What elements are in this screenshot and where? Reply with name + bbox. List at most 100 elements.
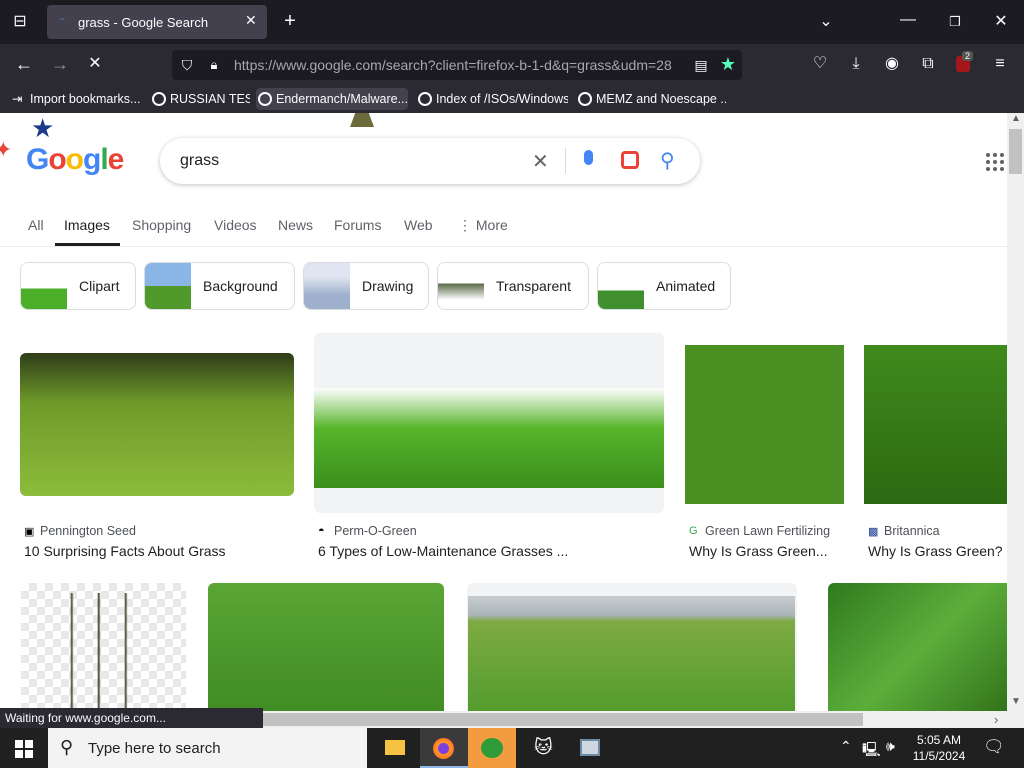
bookmark-endermanch[interactable]: Endermanch/Malware... <box>256 88 408 110</box>
tab-news[interactable]: News <box>278 217 313 233</box>
windows-start-icon[interactable] <box>15 740 33 758</box>
clear-search-icon[interactable]: ✕ <box>532 149 549 174</box>
bookmark-import[interactable]: ⇥ Import bookmarks... <box>10 88 145 110</box>
result-image[interactable] <box>314 388 664 488</box>
result-source[interactable]: Green Lawn Fertilizing <box>705 524 830 538</box>
bookmark-russian-test[interactable]: RUSSIAN TEST <box>150 88 250 110</box>
result-image <box>468 596 795 711</box>
tab-images[interactable]: Images <box>64 217 110 233</box>
chip-thumbnail <box>145 263 191 309</box>
minimize-button[interactable]: — <box>898 10 918 30</box>
image-result[interactable] <box>828 583 1007 711</box>
chip-clipart[interactable]: Clipart <box>20 262 136 310</box>
stop-loading-button[interactable]: ✕ <box>85 54 105 74</box>
chip-thumbnail <box>304 263 350 309</box>
lock-icon[interactable]: 🔒︎ <box>206 55 222 75</box>
voice-search-icon[interactable] <box>584 150 593 165</box>
chip-transparent[interactable]: Transparent <box>437 262 589 310</box>
tab-list-icon[interactable]: ⌄ <box>816 12 836 32</box>
star-decoration-icon: ★ <box>31 113 55 143</box>
search-box[interactable]: grass ✕ ⚲ <box>160 138 700 184</box>
result-source[interactable]: Perm-O-Green <box>334 524 417 538</box>
taskbar-app[interactable]: 🐱︎ <box>518 728 566 768</box>
bookmark-isos[interactable]: Index of /ISOs/Windows <box>416 88 568 110</box>
taskbar-search-placeholder[interactable]: Type here to search <box>88 740 221 757</box>
account-icon[interactable]: ◉ <box>882 54 902 74</box>
new-tab-button[interactable]: + <box>280 11 300 31</box>
result-title[interactable]: 6 Types of Low-Maintenance Grasses ... <box>318 543 658 559</box>
image-result[interactable] <box>467 583 797 711</box>
google-logo[interactable]: Google <box>26 143 124 177</box>
result-title[interactable]: 10 Surprising Facts About Grass <box>24 543 294 559</box>
tab-shopping[interactable]: Shopping <box>132 217 191 233</box>
result-source[interactable]: Britannica <box>884 524 940 538</box>
reader-view-icon[interactable]: ▤ <box>692 55 710 75</box>
tab-videos[interactable]: Videos <box>214 217 257 233</box>
image-result[interactable] <box>21 583 186 711</box>
pocket-icon[interactable]: ♡ <box>810 54 830 74</box>
result-title[interactable]: Why Is Grass Green... <box>689 543 845 559</box>
search-submit-icon[interactable]: ⚲ <box>660 148 675 173</box>
volume-icon[interactable]: 🕪︎ <box>886 738 895 755</box>
apps-grid-icon[interactable] <box>986 153 1004 171</box>
menu-icon[interactable]: ≡ <box>990 54 1010 74</box>
lens-icon[interactable] <box>621 151 639 169</box>
close-tab-icon[interactable]: ✕ <box>245 12 257 29</box>
extensions-icon[interactable]: ⧉ <box>918 54 938 74</box>
chip-animated[interactable]: Animated <box>597 262 731 310</box>
browser-tab[interactable]: ⁻ grass - Google Search ✕ <box>47 5 267 39</box>
tab-bar: ⊟ ⁻ grass - Google Search ✕ + ⌄ — ❐ ✕ <box>0 0 1024 44</box>
bookmarks-toolbar: ⇥Import bookmarks... RUSSIAN TEST Enderm… <box>0 84 1024 113</box>
taskbar-app[interactable] <box>468 728 516 768</box>
tab-web[interactable]: Web <box>404 217 433 233</box>
tab-all[interactable]: All <box>28 217 44 233</box>
back-button[interactable]: ← <box>14 54 34 74</box>
horizontal-scrollbar[interactable]: › <box>263 711 1024 728</box>
taskbar-search-box[interactable]: ⚲ Type here to search <box>48 728 367 768</box>
bookmark-star-icon[interactable]: ★ <box>718 54 738 74</box>
shield-icon[interactable]: ⛉ <box>178 55 196 75</box>
tab-forums[interactable]: Forums <box>334 217 381 233</box>
chevron-up-icon[interactable]: ⌃ <box>840 738 852 755</box>
scroll-up-icon[interactable]: ▲ <box>1011 113 1021 124</box>
result-image[interactable] <box>20 353 294 496</box>
clock[interactable]: 5:05 AM 11/5/2024 <box>906 732 972 764</box>
url-bar[interactable]: ⛉ 🔒︎ https://www.google.com/search?clien… <box>172 50 742 80</box>
result-image[interactable] <box>685 345 844 504</box>
maximize-button[interactable]: ❐ <box>945 12 965 32</box>
chip-thumbnail <box>21 263 67 309</box>
scroll-right-icon[interactable]: › <box>994 712 998 727</box>
network-icon[interactable]: 🖳︎ <box>862 739 881 763</box>
taskbar-app[interactable] <box>372 728 418 768</box>
taskbar-app[interactable] <box>566 728 614 768</box>
divider <box>565 148 566 174</box>
image-result[interactable] <box>208 583 444 711</box>
bookmark-memz[interactable]: MEMZ and Noescape ... <box>576 88 726 110</box>
forward-button[interactable]: → <box>50 54 70 74</box>
tab-more[interactable]: ⋮ More <box>458 217 508 234</box>
notification-icon[interactable]: 🗨︎ <box>983 737 1005 757</box>
taskbar-app[interactable] <box>420 728 468 768</box>
scroll-down-icon[interactable]: ▼ <box>1011 696 1021 707</box>
result-title[interactable]: Why Is Grass Green? <box>868 543 1007 559</box>
bookmark-favicon-icon <box>152 92 166 106</box>
tabs-divider <box>0 246 1007 247</box>
downloads-icon[interactable]: ⤓ <box>846 54 866 74</box>
file-explorer-icon <box>385 740 405 755</box>
tab-overview-icon[interactable]: ⊟ <box>10 12 30 32</box>
scrollbar-thumb[interactable] <box>1009 129 1022 174</box>
app-window-icon <box>580 739 600 756</box>
vertical-scrollbar[interactable]: ▲ ▼ <box>1007 113 1024 711</box>
source-favicon-icon: ▣ <box>24 526 35 538</box>
result-source[interactable]: Pennington Seed <box>40 524 136 538</box>
globe-icon <box>578 92 592 106</box>
close-window-button[interactable]: ✕ <box>991 12 1011 32</box>
scrollbar-thumb[interactable] <box>263 713 863 726</box>
chip-background[interactable]: Background <box>144 262 295 310</box>
search-input[interactable]: grass <box>180 152 219 170</box>
url-text[interactable]: https://www.google.com/search?client=fir… <box>234 57 684 73</box>
page-content: ★ ✦ Google grass ✕ ⚲ All Images Shopping… <box>0 113 1007 711</box>
app-frog-icon <box>481 738 503 758</box>
result-image[interactable] <box>864 345 1007 504</box>
chip-drawing[interactable]: Drawing <box>303 262 429 310</box>
